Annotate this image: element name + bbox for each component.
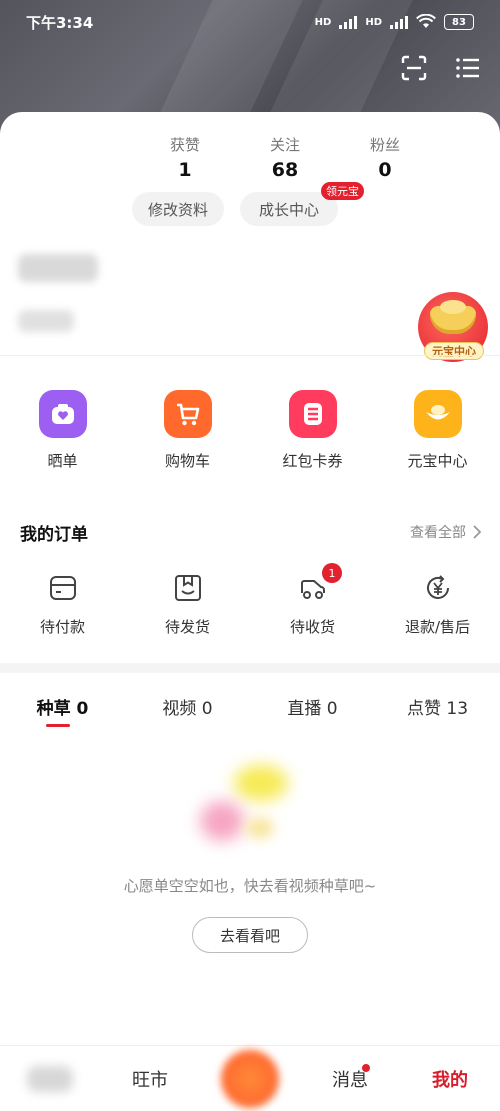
tool-label: 购物车 (164, 452, 210, 470)
nav-home[interactable] (0, 1046, 100, 1111)
empty-state-illustration (190, 757, 300, 867)
profile-stats: 获赞 1 关注 68 粉丝 0 (135, 134, 435, 181)
order-status-row: 待付款 待发货 1 待收货 退款/售后 (0, 563, 500, 637)
hd-label: HD (314, 16, 332, 28)
empty-state-message: 心愿单空空如也，快去看视频种草吧~ (123, 877, 377, 895)
order-label: 待收货 (289, 618, 335, 636)
stat-likes[interactable]: 获赞 1 (135, 134, 235, 181)
order-pending-receipt[interactable]: 1 待收货 (250, 563, 375, 637)
center-icon-blurred (221, 1049, 279, 1108)
red-packet-icon (288, 390, 337, 438)
divider (0, 355, 500, 356)
order-label: 退款/售后 (404, 618, 471, 636)
order-count-badge: 1 (322, 563, 342, 583)
view-all-orders-link[interactable]: 查看全部 (410, 522, 482, 542)
status-time: 下午3:34 (26, 13, 94, 32)
tab-label: 视频 0 (162, 699, 213, 719)
order-label: 待付款 (39, 618, 85, 636)
unread-dot (362, 1063, 370, 1072)
nav-label: 旺市 (132, 1069, 168, 1091)
username-blurred (18, 254, 98, 282)
tab-label: 种草 0 (36, 699, 89, 719)
hd-label-2: HD (365, 16, 382, 28)
tool-label: 元宝中心 (407, 452, 468, 470)
order-pending-shipment[interactable]: 待发货 (125, 572, 250, 637)
stat-value: 68 (271, 159, 299, 181)
header-actions (400, 54, 482, 82)
nav-messages[interactable]: 消息 (300, 1046, 400, 1111)
box-icon (174, 575, 201, 601)
tool-label: 晒单 (47, 452, 78, 470)
camera-heart-icon (38, 390, 87, 438)
ingot-icon (413, 390, 462, 438)
active-tab-indicator (46, 724, 70, 727)
refund-yuan-icon (426, 575, 449, 599)
tool-label: 红包卡券 (282, 452, 343, 470)
tab-label: 直播 0 (287, 699, 338, 719)
order-pending-payment[interactable]: 待付款 (0, 572, 125, 637)
bottom-navigation: 旺市 消息 我的 (0, 1045, 500, 1111)
signal-icon-2 (390, 15, 408, 29)
user-id-blurred (18, 310, 74, 332)
menu-icon[interactable] (454, 54, 482, 82)
tool-red-packet[interactable]: 红包卡券 (250, 390, 375, 471)
tab-grass[interactable]: 种草 0 (0, 694, 125, 727)
view-all-label: 查看全部 (410, 525, 466, 541)
stat-label: 获赞 (169, 136, 200, 154)
home-icon-blurred (27, 1065, 73, 1092)
stat-value: 1 (178, 159, 192, 181)
tool-yuanbao-center[interactable]: 元宝中心 (375, 390, 500, 471)
tab-live[interactable]: 直播 0 (250, 694, 375, 719)
signal-icon (339, 15, 358, 29)
section-divider (0, 663, 500, 673)
stat-following[interactable]: 关注 68 (235, 134, 335, 181)
order-label: 待发货 (164, 618, 210, 636)
order-refund-aftersales[interactable]: 退款/售后 (375, 572, 500, 637)
status-bar: 下午3:34 HD HD 83 (0, 0, 500, 44)
tool-shopping-cart[interactable]: 购物车 (125, 390, 250, 471)
tab-label: 点赞 13 (406, 699, 469, 719)
scan-icon[interactable] (400, 54, 428, 82)
tab-likes[interactable]: 点赞 13 (375, 694, 500, 719)
status-indicators: HD HD 83 (315, 14, 474, 30)
stat-label: 关注 (269, 136, 300, 154)
nav-center[interactable] (200, 1046, 300, 1111)
wifi-icon (416, 14, 436, 28)
content-tabs: 种草 0 视频 0 直播 0 点赞 13 (0, 694, 500, 727)
claim-yuanbao-badge: 领元宝 (321, 182, 364, 200)
tab-video[interactable]: 视频 0 (125, 694, 250, 719)
nav-mine[interactable]: 我的 (400, 1046, 500, 1111)
shopping-cart-icon (163, 390, 212, 438)
wallet-card-icon (49, 576, 76, 600)
profile-card: 获赞 1 关注 68 粉丝 0 修改资料 成长中心 领元宝 元宝中心 晒单 购物… (0, 112, 500, 1111)
quick-tools: 晒单 购物车 红包卡券 元宝中心 (0, 390, 500, 471)
stat-value: 0 (378, 159, 392, 181)
chevron-right-icon (473, 525, 482, 539)
stat-label: 粉丝 (369, 136, 400, 154)
nav-label: 我的 (432, 1069, 468, 1091)
orders-section-title: 我的订单 (20, 525, 88, 545)
edit-profile-button[interactable]: 修改资料 (132, 192, 224, 226)
yuanbao-center-float-button[interactable]: 元宝中心 (418, 292, 488, 362)
tool-show-order[interactable]: 晒单 (0, 390, 125, 471)
nav-wangshi[interactable]: 旺市 (100, 1046, 200, 1111)
ingot-top-icon (440, 300, 466, 314)
stat-followers[interactable]: 粉丝 0 (335, 134, 435, 181)
yuanbao-float-label: 元宝中心 (424, 342, 484, 360)
go-browse-button[interactable]: 去看看吧 (192, 917, 308, 953)
battery-icon: 83 (444, 14, 474, 30)
